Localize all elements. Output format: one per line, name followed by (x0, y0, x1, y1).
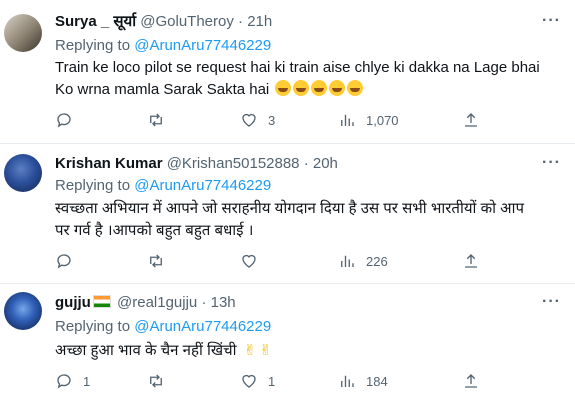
tweet-3[interactable]: gujju @real1gujju · 13h ··· Replying to … (0, 284, 575, 410)
tweet-text: अच्छा हुआ भाव के चैन नहीं खिंची ✌ ✌ (55, 340, 555, 362)
tweet-text-line: पर गर्व है ।आपको बहुत बहुत बधाई । (55, 222, 254, 239)
retweet-icon (150, 374, 162, 388)
retweet-button[interactable] (147, 371, 175, 391)
laughing-emoji-icon (275, 80, 292, 96)
author-handle[interactable]: @GoluTheroy (140, 13, 234, 30)
avatar[interactable] (4, 14, 42, 52)
avatar[interactable] (4, 292, 42, 330)
replying-to-label: Replying to (55, 318, 135, 335)
retweet-button[interactable] (147, 251, 175, 271)
share-button[interactable] (462, 371, 480, 391)
views-button[interactable]: 1,070 (338, 110, 399, 130)
laughing-emoji-icon (293, 80, 310, 96)
tweet-actions: 226 (55, 251, 555, 271)
victory-hand-icon: ✌ (259, 342, 272, 359)
author-handle[interactable]: @real1gujju (117, 294, 197, 311)
replying-to-label: Replying to (55, 177, 135, 194)
mention-link[interactable]: @ArunAru77446229 (134, 318, 271, 335)
share-icon (465, 113, 477, 127)
author-handle[interactable]: @Krishan50152888 (167, 155, 300, 172)
reply-icon (57, 374, 71, 389)
view-count: 1,070 (366, 112, 399, 128)
laughing-emoji-icon (311, 80, 328, 96)
reply-button[interactable] (55, 251, 83, 271)
timestamp[interactable]: 13h (211, 294, 236, 311)
tweet-text: Train ke loco pilot se request hai ki tr… (55, 57, 555, 101)
laughing-emoji-icon (329, 80, 346, 96)
tweet-actions: 3 1,070 (55, 110, 555, 130)
like-count: 1 (268, 373, 276, 389)
replying-to-label: Replying to (55, 37, 135, 54)
laughing-emoji-icon (347, 80, 364, 96)
like-count: 3 (268, 112, 276, 128)
separator: · (238, 13, 244, 30)
author-name[interactable]: gujju (55, 294, 91, 311)
like-button[interactable] (240, 251, 268, 271)
more-options-icon[interactable]: ··· (542, 293, 561, 311)
retweet-button[interactable] (147, 110, 175, 130)
share-icon (465, 374, 477, 388)
replying-to: Replying to @ArunAru77446229 (55, 318, 271, 336)
more-options-icon[interactable]: ··· (542, 154, 561, 172)
tweet-text-line: Ko wrna mamla Sarak Sakta hai (55, 81, 270, 98)
reply-icon (57, 113, 71, 128)
reply-button[interactable] (55, 110, 83, 130)
retweet-icon (150, 254, 162, 268)
reply-icon (57, 254, 71, 269)
more-options-icon[interactable]: ··· (542, 12, 561, 30)
analytics-icon (341, 375, 354, 387)
author-name[interactable]: Krishan Kumar (55, 155, 163, 172)
tweet-header: Krishan Kumar @Krishan50152888 · 20h (55, 155, 338, 173)
tweet-2[interactable]: Krishan Kumar @Krishan50152888 · 20h ···… (0, 144, 575, 284)
share-icon (465, 254, 477, 268)
share-button[interactable] (462, 110, 480, 130)
analytics-icon (341, 114, 354, 126)
tweet-text-line: अच्छा हुआ भाव के चैन नहीं खिंची (55, 342, 237, 359)
india-flag-icon (92, 295, 111, 308)
tweet-text-line: Train ke loco pilot se request hai ki tr… (55, 59, 540, 76)
heart-icon (242, 374, 256, 388)
tweet-text: स्वच्छता अभियान में आपने जो सराहनीय योगद… (55, 198, 555, 242)
tweet-text-line: स्वच्छता अभियान में आपने जो सराहनीय योगद… (55, 200, 525, 217)
like-button[interactable]: 3 (240, 110, 275, 130)
mention-link[interactable]: @ArunAru77446229 (134, 37, 271, 54)
like-button[interactable]: 1 (240, 371, 275, 391)
heart-icon (242, 113, 256, 127)
analytics-icon (341, 255, 354, 267)
mention-link[interactable]: @ArunAru77446229 (134, 177, 271, 194)
views-button[interactable]: 226 (338, 251, 388, 271)
author-name[interactable]: Surya _ सूर्या (55, 13, 136, 30)
replying-to: Replying to @ArunAru77446229 (55, 37, 271, 55)
timestamp[interactable]: 21h (247, 13, 272, 30)
tweet-header: Surya _ सूर्या @GoluTheroy · 21h (55, 13, 272, 31)
share-button[interactable] (462, 251, 480, 271)
retweet-icon (150, 113, 162, 127)
replying-to: Replying to @ArunAru77446229 (55, 177, 271, 195)
reply-button[interactable]: 1 (55, 371, 90, 391)
view-count: 226 (366, 253, 388, 269)
tweet-1[interactable]: Surya _ सूर्या @GoluTheroy · 21h ··· Rep… (0, 0, 575, 144)
heart-icon (242, 254, 256, 268)
reply-count: 1 (83, 373, 91, 389)
victory-hand-icon: ✌ (243, 342, 257, 359)
separator: · (303, 155, 309, 172)
avatar[interactable] (4, 154, 42, 192)
views-button[interactable]: 184 (338, 371, 388, 391)
tweet-actions: 1 1 184 (55, 371, 555, 391)
timestamp[interactable]: 20h (313, 155, 338, 172)
separator: · (201, 294, 207, 311)
tweet-header: gujju @real1gujju · 13h (55, 294, 236, 312)
tweet-text-line-2: Ko wrna mamla Sarak Sakta hai (55, 79, 555, 101)
view-count: 184 (366, 373, 388, 389)
